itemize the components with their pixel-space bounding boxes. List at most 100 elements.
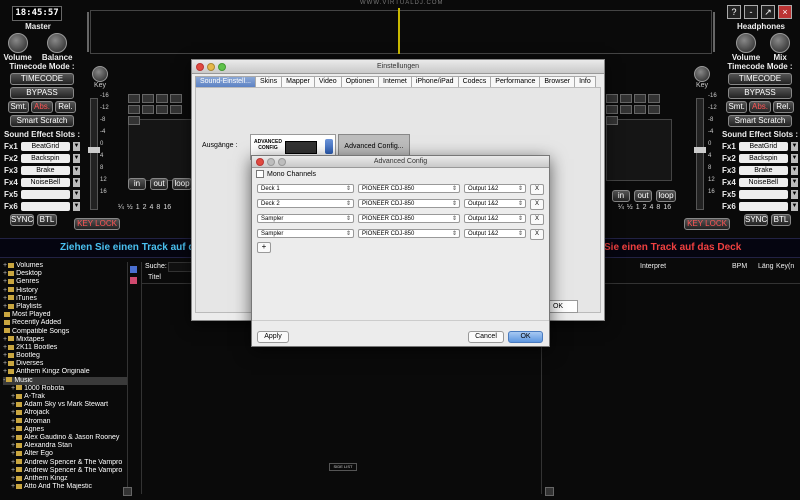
pitch-slider-left[interactable] [88,98,100,210]
sync-button-right[interactable]: SYNC [744,214,768,226]
tree-item[interactable]: + Mixtapes [3,336,127,344]
search-db-icon[interactable] [130,266,137,273]
fx-slot-select[interactable]: BeatGrid [738,142,788,151]
chevron-down-icon[interactable]: ▼ [790,166,798,175]
tree-item[interactable]: + Afrojack [3,409,127,417]
expand-icon[interactable]: + [3,287,7,294]
headphones-volume-knob[interactable]: Volume [732,33,760,62]
tree-item[interactable]: + Alex Gaudino & Jason Rooney [3,434,127,442]
fx-slot-select[interactable]: Backspin [20,154,70,163]
loop-size-left[interactable]: 2 [143,204,147,211]
close-button[interactable]: × [778,5,792,19]
tree-item[interactable]: + Agnes [3,426,127,434]
expand-icon[interactable]: + [11,418,15,425]
tree-scroll-corner[interactable] [123,487,132,496]
key-knob-right[interactable]: Key [694,66,710,89]
loop-out-right[interactable]: out [634,190,652,202]
loop-size-left[interactable]: 4 [150,204,154,211]
tree-item[interactable]: - Music [3,376,127,385]
tree-item[interactable]: +1000 Robota [3,385,127,393]
fx-slot-select[interactable] [738,202,788,211]
bypass-button-left[interactable]: BYPASS [10,87,74,99]
loop-size-right[interactable]: 16 [663,204,671,211]
device-select[interactable]: PIONEER CDJ-850 [358,229,460,239]
expand-icon[interactable]: + [3,360,7,367]
loop-size-left[interactable]: ½ [127,204,133,211]
fx-slot-select[interactable]: Backspin [738,154,788,163]
output-select[interactable]: Output 1&2 [464,184,526,194]
expand-icon[interactable]: + [11,475,15,482]
tree-item[interactable]: + Diverses [3,360,127,368]
key-knob-left[interactable]: Key [92,66,108,89]
tree-item[interactable]: + Andrew Spencer & The Vampro [3,467,127,475]
expand-icon[interactable]: + [3,336,7,343]
mode-smt-left[interactable]: Smt. [8,101,30,113]
loop-right[interactable]: loop [656,190,676,202]
expand-icon[interactable]: + [11,450,15,457]
loop-size-left[interactable]: 1 [136,204,140,211]
side-list-button[interactable]: SIDE LIST [329,463,357,471]
loop-size-right[interactable]: ½ [627,204,633,211]
smart-scratch-right[interactable]: Smart Scratch [728,115,792,127]
left-sampler-slots[interactable] [128,119,194,181]
bypass-button-right[interactable]: BYPASS [728,87,792,99]
key-lock-right[interactable]: KEY LOCK [684,218,730,230]
tree-item[interactable]: + Afroman [3,418,127,426]
channel-select[interactable]: Sampler [257,214,354,224]
chevron-down-icon[interactable]: ▼ [790,178,798,187]
expand-icon[interactable]: + [3,295,7,302]
chevron-down-icon[interactable]: ▼ [72,190,80,199]
channel-select[interactable]: Deck 2 [257,199,354,209]
device-select[interactable]: PIONEER CDJ-850 [358,199,460,209]
chevron-down-icon[interactable]: ▼ [790,202,798,211]
fx-slot-select[interactable]: Brake [20,166,70,175]
loop-size-right[interactable]: ¼ [618,204,624,211]
expand-icon[interactable]: + [3,262,7,269]
loop-size-left[interactable]: 16 [163,204,171,211]
expand-icon[interactable]: + [11,426,15,433]
expand-icon[interactable]: + [3,303,7,310]
fx-slot-select[interactable] [20,202,70,211]
expand-icon[interactable]: + [11,393,15,400]
folder-tree[interactable]: + Volumes + Desktop + Genres + History + iTunes + P… [3,262,127,491]
tree-item[interactable]: Recently Added [3,319,127,327]
smart-scratch-left[interactable]: Smart Scratch [10,115,74,127]
help-button[interactable]: ? [727,5,741,19]
tree-item[interactable]: +2K11 Bootles [3,344,127,352]
master-volume-knob[interactable]: Volume [4,33,32,62]
sync-button-left[interactable]: SYNC [10,214,34,226]
device-select[interactable]: PIONEER CDJ-850 [358,184,460,194]
adv-titlebar[interactable]: Advanced Config [252,156,549,168]
tree-item[interactable]: + A-Trak [3,393,127,401]
tree-item[interactable]: + Playlists [3,303,127,311]
add-row-button[interactable]: + [257,242,271,253]
tree-item[interactable]: + Bootleg [3,352,127,360]
expand-icon[interactable]: + [3,352,7,359]
list-scroll-corner[interactable] [545,487,554,496]
expand-icon[interactable]: + [3,270,7,277]
mode-abs-right[interactable]: Abs. [749,101,771,113]
remove-row-button[interactable]: X [530,214,544,225]
loop-size-right[interactable]: 1 [636,204,640,211]
channel-select[interactable]: Deck 1 [257,184,354,194]
remove-row-button[interactable]: X [530,229,544,240]
maximize-button[interactable]: ↗ [761,5,775,19]
tree-item[interactable]: + Atto And The Majestic [3,483,127,491]
loop-in-left[interactable]: in [128,178,146,190]
expand-icon[interactable]: + [11,442,15,449]
expand-icon[interactable]: + [3,368,7,375]
loop-in-right[interactable]: in [612,190,630,202]
loop-size-right[interactable]: 4 [650,204,654,211]
output-select[interactable]: Output 1&2 [464,229,526,239]
col-title[interactable]: Titel [148,274,161,281]
cancel-button[interactable]: Cancel [468,331,504,343]
stepper-icon[interactable] [325,139,333,154]
expand-icon[interactable]: + [11,385,15,392]
mono-check-box[interactable] [256,170,264,178]
tree-item[interactable]: + Genres [3,278,127,286]
expand-icon[interactable]: + [11,483,15,490]
remove-row-button[interactable]: X [530,184,544,195]
expand-icon[interactable]: + [11,401,15,408]
expand-icon[interactable]: + [3,344,7,351]
tree-item[interactable]: + Anthem Kingz Originale [3,368,127,376]
